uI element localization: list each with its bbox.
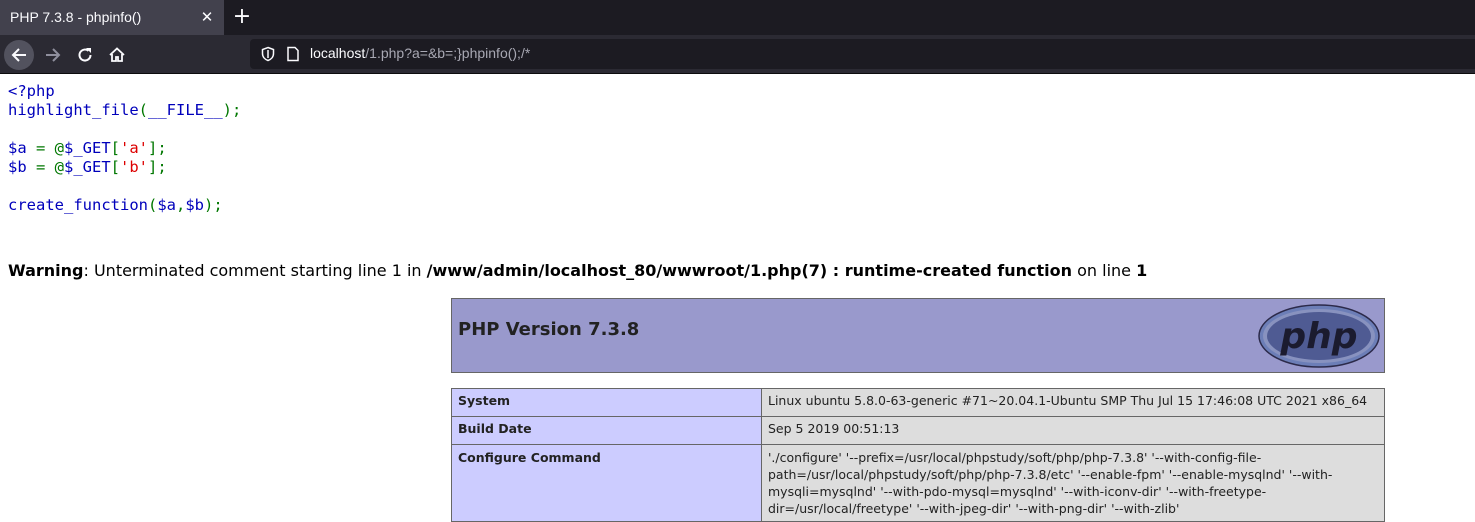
code-var-b: $b (8, 158, 36, 176)
row-key: Build Date (451, 416, 762, 445)
warning-message: : Unterminated comment starting line 1 i… (83, 261, 427, 280)
row-value: Sep 5 2019 00:51:13 (761, 416, 1385, 445)
url-bar[interactable]: localhost/1.php?a=&b=;}phpinfo();/* (250, 39, 1475, 69)
tab-title: PHP 7.3.8 - phpinfo() (10, 9, 142, 25)
php-warning: Warning: Unterminated comment starting l… (8, 261, 1147, 280)
code-get: $_GET (64, 158, 111, 176)
row-value: './configure' '--prefix=/usr/local/phpst… (761, 444, 1385, 522)
warning-line-number: 1 (1136, 261, 1148, 280)
active-tab[interactable]: PHP 7.3.8 - phpinfo() ✕ (0, 0, 224, 35)
code-arg-a: $a (157, 196, 176, 214)
forward-button[interactable] (38, 40, 68, 70)
code-paren: ); (204, 196, 223, 214)
row-key: Configure Command (451, 444, 762, 522)
code-assign: = @ (36, 158, 64, 176)
warning-label: Warning (8, 261, 84, 280)
new-tab-icon[interactable]: + (232, 6, 252, 28)
reload-button[interactable] (70, 40, 100, 70)
code-comma: , (176, 196, 186, 214)
code-open-tag: <?php (8, 82, 55, 100)
code-arg-b: $b (185, 196, 205, 214)
phpinfo-table: System Linux ubuntu 5.8.0-63-generic #71… (451, 388, 1385, 522)
code-const-file: __FILE__ (148, 101, 223, 119)
close-tab-icon[interactable]: ✕ (198, 8, 216, 26)
back-button[interactable] (4, 40, 34, 70)
shield-icon[interactable] (260, 46, 276, 62)
tab-bar: PHP 7.3.8 - phpinfo() ✕ + (0, 0, 1475, 35)
source-code: <?php highlight_file(__FILE__); $a = @$_… (8, 82, 241, 215)
home-button[interactable] (102, 40, 132, 70)
code-paren: ( (138, 101, 148, 119)
back-arrow-icon (11, 48, 26, 62)
code-bracket: [ (110, 139, 121, 157)
code-bracket: ]; (148, 139, 167, 157)
php-logo-text: php (1279, 316, 1357, 357)
table-row: Configure Command './configure' '--prefi… (451, 444, 1385, 522)
code-get: $_GET (64, 139, 111, 157)
code-bracket: ]; (148, 158, 167, 176)
code-var-a: $a (8, 139, 36, 157)
php-logo[interactable]: php (1258, 304, 1380, 368)
url-path: /1.php?a=&b=;}phpinfo();/* (365, 45, 531, 61)
home-icon (109, 47, 125, 62)
warning-on-line: on line (1072, 261, 1137, 280)
code-string-b: 'b' (120, 158, 149, 176)
row-key: System (451, 388, 762, 417)
url-text: localhost/1.php?a=&b=;}phpinfo();/* (310, 45, 530, 61)
php-version-heading: PHP Version 7.3.8 (458, 319, 640, 340)
reload-icon (78, 48, 92, 62)
code-paren: ( (147, 196, 158, 214)
url-host: localhost (310, 45, 366, 61)
page-info-icon[interactable] (285, 46, 301, 62)
forward-arrow-icon (46, 48, 61, 62)
table-row: System Linux ubuntu 5.8.0-63-generic #71… (451, 388, 1385, 417)
phpinfo-header: PHP Version 7.3.8 php (451, 298, 1385, 373)
code-string-a: 'a' (120, 139, 149, 157)
warning-file: /www/admin/localhost_80/wwwroot/1.php(7)… (426, 261, 1073, 280)
code-bracket: [ (110, 158, 121, 176)
code-fn-highlight: highlight_file (8, 101, 139, 119)
code-fn-create: create_function (8, 196, 148, 214)
navigation-bar: localhost/1.php?a=&b=;}phpinfo();/* (0, 35, 1475, 74)
row-value: Linux ubuntu 5.8.0-63-generic #71~20.04.… (761, 388, 1385, 417)
code-paren: ); (222, 101, 242, 119)
table-row: Build Date Sep 5 2019 00:51:13 (451, 416, 1385, 445)
code-assign: = @ (36, 139, 64, 157)
